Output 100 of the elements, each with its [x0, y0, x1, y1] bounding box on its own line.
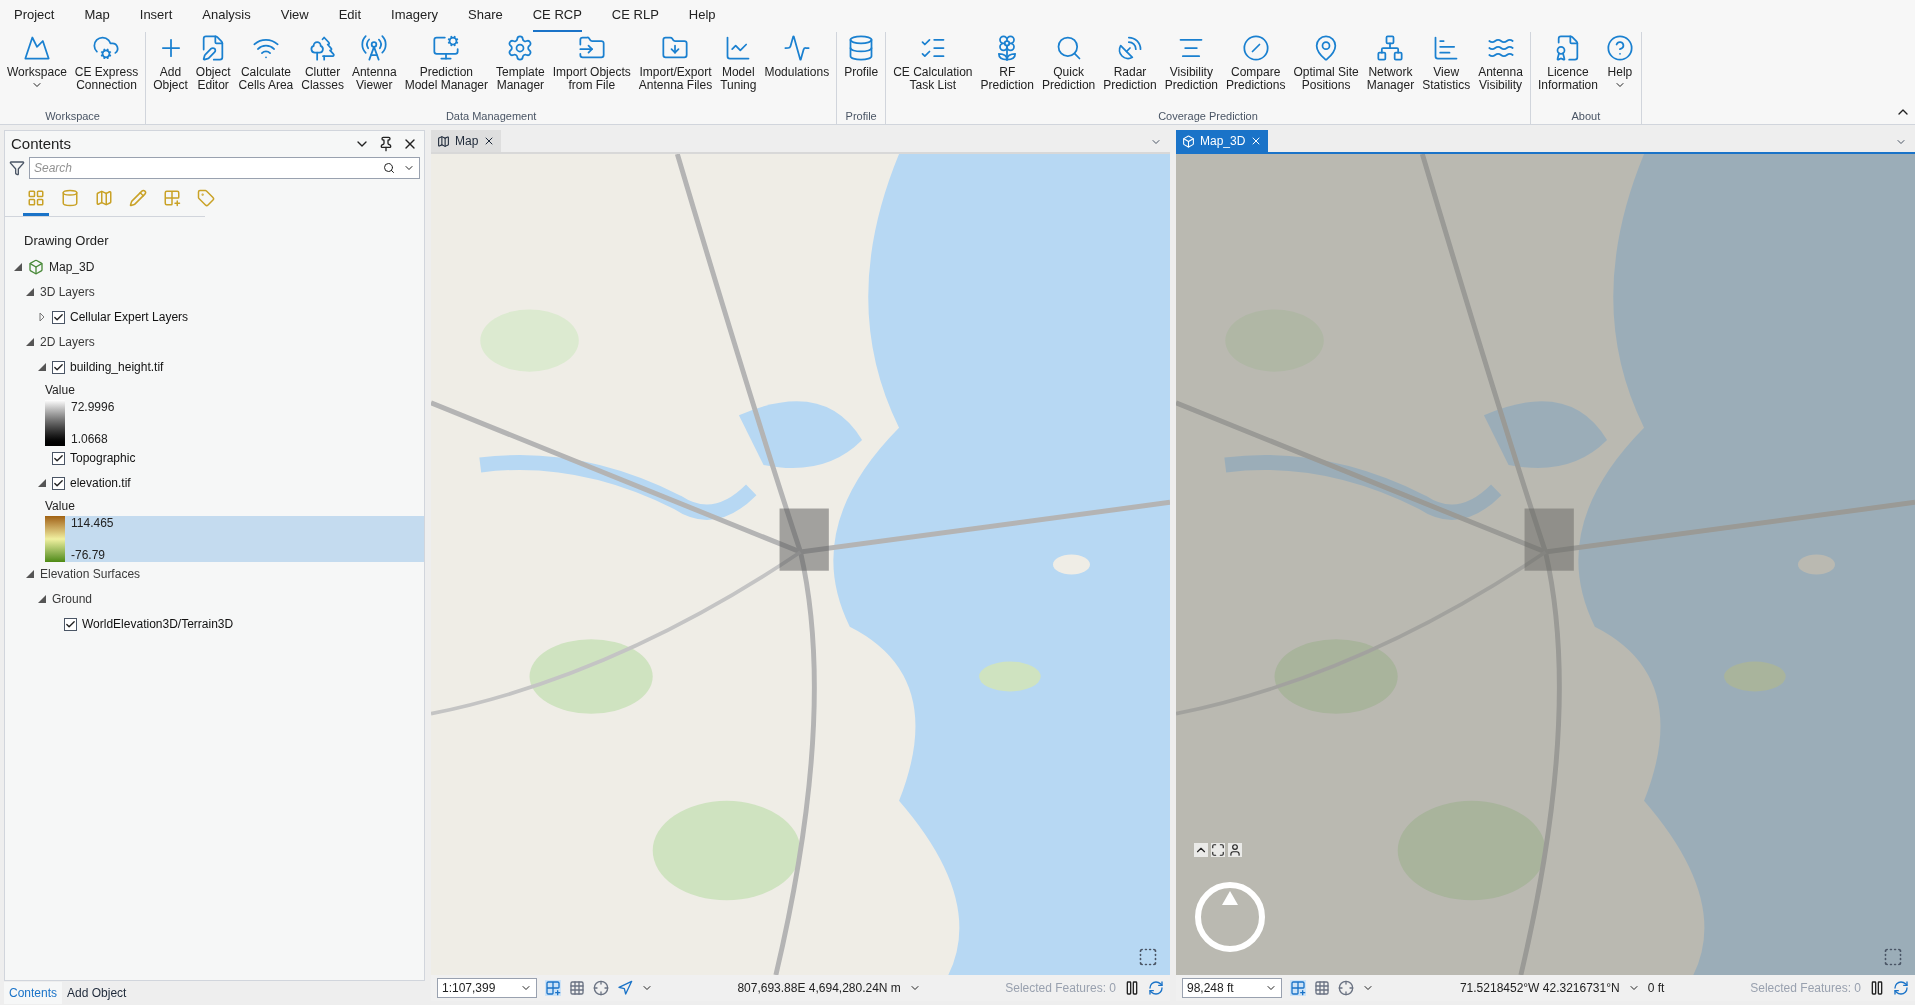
ribbon-button[interactable]: Compare Predictions	[1223, 34, 1289, 92]
ribbon-button[interactable]: Visibility Prediction	[1161, 34, 1222, 92]
legend-heading: Value	[45, 381, 76, 399]
expander-icon[interactable]	[37, 312, 47, 322]
expander-icon[interactable]	[25, 569, 35, 579]
expander-icon[interactable]	[37, 362, 47, 372]
group-label[interactable]: 3D Layers	[40, 283, 95, 301]
ribbon-button[interactable]: CE Calculation Task List	[890, 34, 976, 92]
view-tab[interactable]	[23, 189, 49, 216]
map-tab[interactable]: Map	[431, 130, 502, 152]
ribbon-button[interactable]: Prediction Model Manager	[401, 34, 492, 92]
ribbon-button[interactable]: Modulations	[761, 34, 833, 79]
crosshair-icon[interactable]	[593, 980, 609, 996]
menu-tab[interactable]: Project	[14, 4, 55, 32]
ribbon-button[interactable]: Import Objects from File	[549, 34, 634, 92]
monitor-gear-icon	[432, 34, 461, 62]
panel-tab[interactable]: Contents	[4, 982, 63, 1004]
menu-tab[interactable]: Insert	[139, 4, 173, 32]
ribbon-button[interactable]: Add Object	[150, 34, 191, 92]
layer-label[interactable]: building_height.tif	[70, 358, 164, 376]
ribbon-button[interactable]: Network Manager	[1363, 34, 1418, 92]
expander-icon[interactable]	[13, 262, 23, 272]
layer-label[interactable]: Topographic	[70, 449, 136, 467]
ribbon-button[interactable]: Import/Export Antenna Files	[635, 34, 716, 92]
ribbon-button[interactable]: Licence Information	[1534, 34, 1601, 92]
grid-icon[interactable]	[569, 980, 585, 996]
tag-icon	[197, 189, 215, 207]
expander-icon[interactable]	[25, 287, 35, 297]
search-field[interactable]: Search	[34, 159, 383, 177]
overview-icon[interactable]	[1883, 947, 1903, 967]
menu-tab[interactable]: Edit	[338, 4, 362, 32]
menu-tab[interactable]: Analysis	[202, 4, 251, 32]
scale-dropdown[interactable]: 98,248 ft	[1182, 978, 1282, 998]
circle-slash-icon	[1241, 34, 1270, 62]
map-label[interactable]: Map_3D	[49, 258, 95, 276]
group-label[interactable]: 2D Layers	[40, 333, 95, 351]
expander-icon[interactable]	[37, 478, 47, 488]
pause-icon[interactable]	[1124, 980, 1140, 996]
ribbon-button[interactable]: Model Tuning	[717, 34, 760, 92]
elevation-readout: 0 ft	[1647, 980, 1665, 997]
ribbon-button[interactable]: Calculate Cells Area	[235, 34, 297, 92]
layer-label[interactable]: elevation.tif	[70, 474, 131, 492]
ribbon-button[interactable]: Radar Prediction	[1100, 34, 1160, 92]
ribbon-button[interactable]: RF Prediction	[977, 34, 1037, 92]
crosshair-icon[interactable]	[1338, 980, 1354, 996]
checkbox[interactable]	[52, 310, 65, 324]
map-icon	[95, 189, 113, 207]
legend-row[interactable]: 72.9996 1.0668	[45, 399, 424, 446]
layer-label[interactable]: Cellular Expert Layers	[70, 308, 189, 326]
pencil-icon	[129, 189, 147, 207]
fullscreen-icon[interactable]	[1211, 843, 1225, 857]
ribbon-button[interactable]: Optimal Site Positions	[1290, 34, 1362, 92]
ribbon-button[interactable]: Workspace	[4, 34, 70, 91]
filter-icon[interactable]	[9, 160, 25, 176]
scale-dropdown[interactable]: 1:107,399	[437, 978, 537, 998]
menu-tab[interactable]: View	[280, 4, 309, 32]
ribbon-button[interactable]: Clutter Classes	[298, 34, 347, 92]
group-title: Coverage Prediction	[1157, 109, 1259, 124]
ribbon-button[interactable]: Profile	[841, 34, 882, 79]
refresh-icon[interactable]	[1893, 980, 1909, 996]
checkbox[interactable]	[52, 451, 65, 465]
expander-icon[interactable]	[25, 337, 35, 347]
pause-icon[interactable]	[1869, 980, 1885, 996]
person-icon[interactable]	[1228, 843, 1242, 857]
menu-tab[interactable]: Imagery	[391, 4, 439, 32]
ribbon-button[interactable]: Quick Prediction	[1038, 34, 1099, 92]
map-tab[interactable]: Map_3D	[1176, 130, 1269, 152]
group-label[interactable]: Elevation Surfaces	[40, 565, 141, 583]
expander-icon[interactable]	[37, 594, 47, 604]
group-label[interactable]: Ground	[52, 590, 93, 608]
grid-icon[interactable]	[1314, 980, 1330, 996]
menu-tab[interactable]: CE RLP	[611, 4, 659, 32]
menu-tab[interactable]: Help	[688, 4, 716, 32]
legend-row[interactable]: 114.465 -76.79	[45, 515, 424, 562]
ribbon-button[interactable]: CE Express Connection	[71, 34, 142, 92]
layer-label[interactable]: WorldElevation3D/Terrain3D	[82, 615, 234, 633]
ribbon-button[interactable]: Antenna Viewer	[348, 34, 400, 92]
ribbon-button[interactable]: Antenna Visibility	[1475, 34, 1526, 92]
ribbon-button[interactable]: View Statistics	[1419, 34, 1474, 92]
refresh-icon[interactable]	[1148, 980, 1164, 996]
checkbox[interactable]	[52, 360, 65, 374]
grid-plus-icon[interactable]	[1290, 980, 1306, 996]
north-arrow-icon[interactable]	[617, 980, 633, 996]
menu-tab[interactable]: Share	[468, 4, 503, 32]
ribbon-button[interactable]: Help	[1602, 34, 1637, 91]
network-icon	[1376, 34, 1405, 62]
search-box[interactable]: Search	[29, 157, 420, 179]
ribbon-button[interactable]: Template Manager	[493, 34, 548, 92]
legend-heading: Value	[45, 497, 76, 515]
overview-icon[interactable]	[1138, 947, 1158, 967]
chevron-icon[interactable]	[1194, 843, 1208, 857]
checkbox[interactable]	[52, 476, 65, 490]
grid-plus-icon[interactable]	[545, 980, 561, 996]
legend-low: 1.0668	[71, 431, 109, 446]
pin-icon[interactable]	[378, 136, 394, 152]
ribbon-button[interactable]: Object Editor	[192, 34, 234, 92]
database-icon	[61, 189, 79, 207]
menu-tab[interactable]: Map	[84, 4, 110, 32]
checkbox[interactable]	[64, 617, 77, 631]
panel-tab[interactable]: Add Object	[62, 982, 132, 1004]
